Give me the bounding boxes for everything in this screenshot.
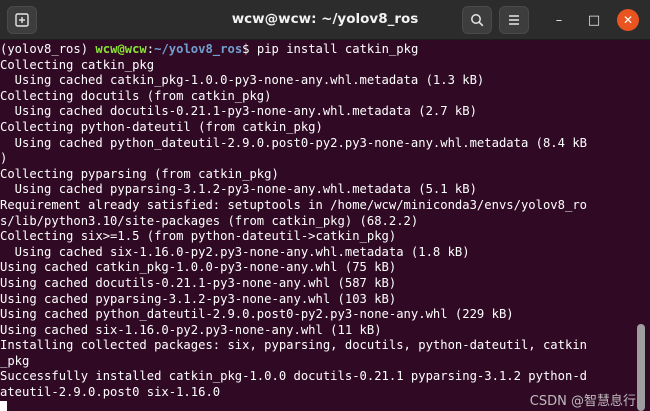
output-line: Collecting catkin_pkg xyxy=(0,57,155,72)
search-icon xyxy=(471,14,484,27)
output-line: Collecting python-dateutil (from catkin_… xyxy=(0,119,323,134)
prompt-user: wcw@wcw xyxy=(95,42,147,56)
conda-env: (yolov8_ros) xyxy=(0,42,96,56)
prompt-colon: : xyxy=(146,42,155,56)
prompt-path: ~/yolov8_ros xyxy=(154,42,243,56)
output-line: Using cached catkin_pkg-1.0.0-py3-none-a… xyxy=(0,260,397,275)
command-prompt-line: (yolov8_ros) wcw@wcw:~/yolov8_ros$ pip i… xyxy=(0,42,636,58)
output-line: Collecting docutils (from catkin_pkg) xyxy=(0,88,272,103)
close-icon: ✕ xyxy=(622,13,634,27)
menu-button[interactable] xyxy=(499,6,529,34)
output-line: s/lib/python3.10/site-packages (from cat… xyxy=(0,213,419,228)
minimize-icon: – xyxy=(555,12,563,28)
output-line: Collecting pyparsing (from catkin_pkg) xyxy=(0,166,279,181)
close-button[interactable]: ✕ xyxy=(617,9,639,31)
output-line: Successfully installed catkin_pkg-1.0.0 … xyxy=(0,369,587,384)
watermark: CSDN @智慧息行 xyxy=(529,394,636,409)
search-button[interactable] xyxy=(462,6,492,34)
title-bar: wcw@wcw: ~/yolov8_ros – □ ✕ xyxy=(0,0,650,40)
output-line: Using cached six-1.16.0-py2.py3-none-any… xyxy=(0,322,382,337)
maximize-icon: □ xyxy=(587,12,601,28)
terminal-scrollbar[interactable] xyxy=(637,324,645,411)
minimize-button[interactable]: – xyxy=(548,9,570,31)
text-cursor xyxy=(0,400,7,411)
output-line: Using cached pyparsing-3.1.2-py3-none-an… xyxy=(0,291,397,306)
prompt-dollar: $ xyxy=(242,42,257,56)
output-line: Using cached catkin_pkg-1.0.0-py3-none-a… xyxy=(0,73,485,88)
output-line: Using cached pyparsing-3.1.2-py3-none-an… xyxy=(0,182,477,197)
hamburger-menu-icon xyxy=(509,15,519,25)
maximize-button[interactable]: □ xyxy=(583,9,605,31)
output-line: Requirement already satisfied: setuptool… xyxy=(0,197,587,212)
output-line: _pkg xyxy=(0,353,30,368)
output-line: ) xyxy=(0,151,8,166)
output-line: Using cached docutils-0.21.1-py3-none-an… xyxy=(0,275,397,290)
output-line: Using cached docutils-0.21.1-py3-none-an… xyxy=(0,104,477,119)
command-text: pip install catkin_pkg xyxy=(256,42,419,56)
output-line: Using cached six-1.16.0-py2.py3-none-any… xyxy=(0,244,470,259)
terminal-output[interactable]: (yolov8_ros) wcw@wcw:~/yolov8_ros$ pip i… xyxy=(0,40,636,411)
output-line: Installing collected packages: six, pypa… xyxy=(0,338,587,353)
output-line: Collecting six>=1.5 (from python-dateuti… xyxy=(0,229,397,244)
output-line: Using cached python_dateutil-2.9.0.post0… xyxy=(0,307,514,322)
output-line: Using cached python_dateutil-2.9.0.post0… xyxy=(0,135,587,150)
